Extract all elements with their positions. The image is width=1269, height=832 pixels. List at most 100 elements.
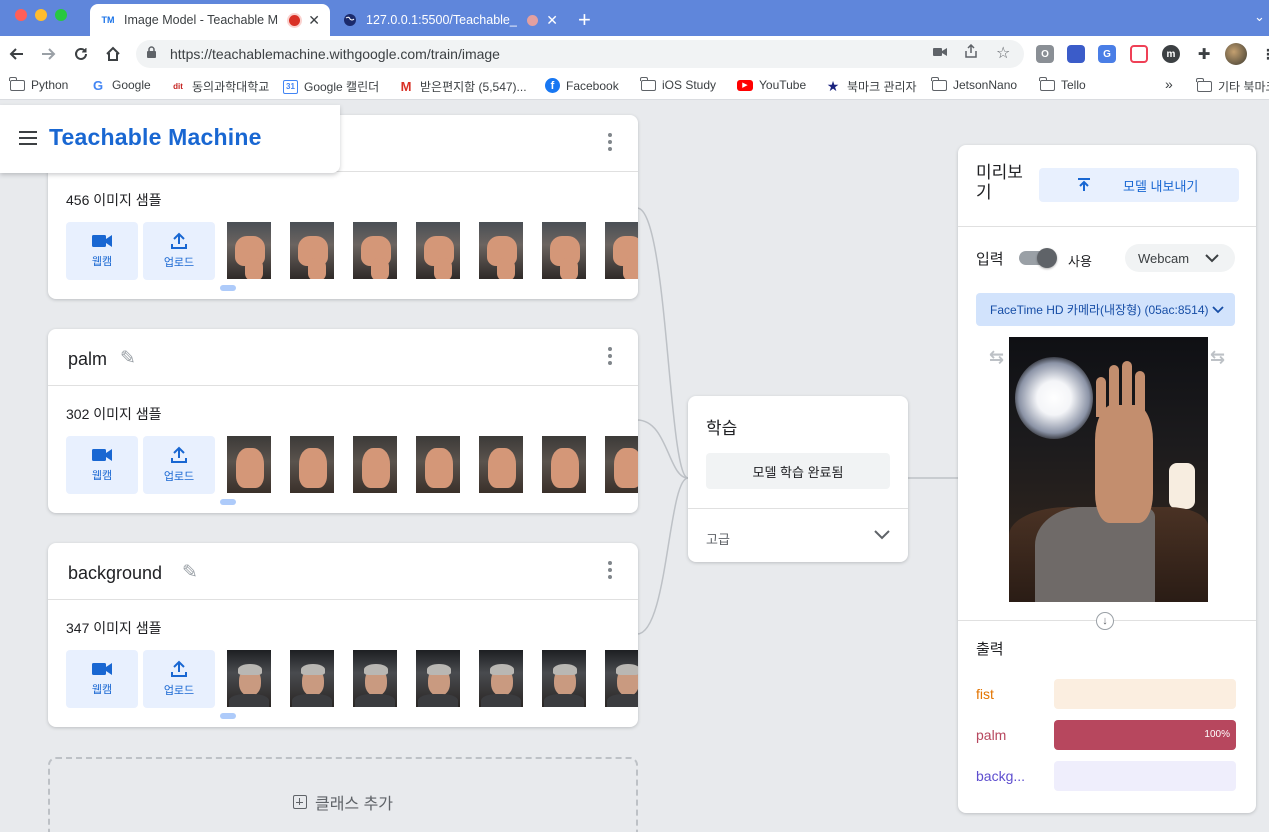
close-tab-icon[interactable]: ✕ xyxy=(546,12,558,29)
tab-search-chevron-icon[interactable]: ⌄ xyxy=(1254,9,1265,25)
sample-thumbnail[interactable] xyxy=(290,436,334,493)
arrow-down-circle-icon: ↓ xyxy=(1096,612,1114,630)
sample-thumbnail[interactable] xyxy=(353,222,397,279)
sample-thumbnail[interactable] xyxy=(605,650,638,707)
pocket-extension-icon[interactable] xyxy=(1130,45,1148,63)
train-model-button[interactable]: 모델 학습 완료됨 xyxy=(706,453,890,489)
browser-menu-icon[interactable]: ⋮ xyxy=(1259,45,1269,63)
input-toggle-switch[interactable] xyxy=(1019,248,1057,268)
address-bar[interactable]: https://teachablemachine.withgoogle.com/… xyxy=(136,40,1024,68)
webcam-label: 웹캠 xyxy=(91,684,113,696)
sample-thumbnail[interactable] xyxy=(605,436,638,493)
export-model-button[interactable]: 모델 내보내기 xyxy=(1039,168,1239,202)
confidence-bar xyxy=(1054,679,1236,709)
camera-dropdown[interactable]: FaceTime HD 카메라(내장형) (05ac:8514) xyxy=(976,293,1235,326)
upload-button[interactable]: 업로드 xyxy=(143,436,215,494)
thumbnail-scroll-indicator[interactable] xyxy=(220,713,236,719)
sample-thumbnail[interactable] xyxy=(416,650,460,707)
bookmark-label: Google 캘린더 xyxy=(304,80,380,94)
close-tab-icon[interactable]: ✕ xyxy=(308,12,320,29)
home-icon[interactable] xyxy=(101,42,125,66)
bookmark-star-icon[interactable]: ☆ xyxy=(996,43,1010,63)
teachable-machine-favicon-icon: TM xyxy=(101,15,115,25)
class-options-icon[interactable] xyxy=(608,347,612,365)
add-class-button[interactable]: 클래스 추가 xyxy=(48,757,638,832)
bookmark-dit[interactable]: dit 동의과학대학교 xyxy=(170,78,269,95)
minimize-window-button[interactable] xyxy=(35,9,47,21)
sample-count: 456 이미지 샘플 xyxy=(66,192,162,208)
camera-in-use-icon[interactable] xyxy=(933,44,947,60)
translate-extension-icon[interactable]: G xyxy=(1098,45,1116,63)
m-extension-icon[interactable]: m xyxy=(1162,45,1180,63)
upload-button[interactable]: 업로드 xyxy=(143,650,215,708)
sample-thumbnail[interactable] xyxy=(479,222,523,279)
output-row-palm: palm 100% xyxy=(976,720,1236,750)
tab-localhost[interactable]: 127.0.0.1:5500/Teachable_ ✕ xyxy=(332,4,568,36)
bookmark-gmail[interactable]: M 받은편지함 (5,547)... xyxy=(398,78,527,95)
edit-pencil-icon[interactable]: ✎ xyxy=(182,561,198,584)
advanced-toggle[interactable]: 고급 xyxy=(688,508,908,562)
extensions-puzzle-icon[interactable]: ✚ xyxy=(1195,45,1213,63)
bookmark-jetsonnano[interactable]: JetsonNano xyxy=(931,76,1017,92)
sample-thumbnail[interactable] xyxy=(479,436,523,493)
class-name[interactable]: palm xyxy=(68,349,107,370)
back-arrow-icon[interactable] xyxy=(5,42,29,66)
webcam-button[interactable]: 웹캠 xyxy=(66,436,138,494)
sample-thumbnail[interactable] xyxy=(605,222,638,279)
edit-pencil-icon[interactable]: ✎ xyxy=(120,347,136,370)
upload-button[interactable]: 업로드 xyxy=(143,222,215,280)
sample-thumbnail[interactable] xyxy=(353,650,397,707)
share-icon[interactable] xyxy=(965,43,977,61)
tab-teachable-machine[interactable]: TM Image Model - Teachable M ✕ xyxy=(90,4,330,36)
forward-arrow-icon[interactable] xyxy=(36,42,60,66)
webcam-button[interactable]: 웹캠 xyxy=(66,222,138,280)
brand-logo[interactable]: Teachable Machine xyxy=(49,124,262,151)
hamburger-menu-icon[interactable] xyxy=(19,131,37,149)
thumbnail-scroll-indicator[interactable] xyxy=(220,499,236,505)
bookmark-python[interactable]: Python xyxy=(9,76,68,92)
bookmark-other[interactable]: 기타 북마크 xyxy=(1196,78,1269,95)
close-window-button[interactable] xyxy=(15,9,27,21)
reload-icon[interactable] xyxy=(69,42,93,66)
more-bookmarks-chevron[interactable]: » xyxy=(1165,76,1173,92)
bookmark-ios-study[interactable]: iOS Study xyxy=(640,76,716,92)
input-source-dropdown[interactable]: Webcam xyxy=(1125,244,1235,272)
sample-thumbnail[interactable] xyxy=(542,650,586,707)
maximize-window-button[interactable] xyxy=(55,9,67,21)
dit-icon: dit xyxy=(173,82,183,91)
sample-thumbnail[interactable] xyxy=(353,436,397,493)
bookmark-facebook[interactable]: f Facebook xyxy=(545,78,619,93)
bookmark-google[interactable]: G Google xyxy=(90,78,151,93)
sample-thumbnail[interactable] xyxy=(227,222,271,279)
bookmark-tello[interactable]: Tello xyxy=(1039,76,1086,92)
lock-icon[interactable] xyxy=(146,46,160,62)
webcam-button[interactable]: 웹캠 xyxy=(66,650,138,708)
sample-thumbnail[interactable] xyxy=(290,222,334,279)
confidence-bar: 100% xyxy=(1054,720,1236,750)
output-class-label: backg... xyxy=(976,768,1026,784)
sample-thumbnail[interactable] xyxy=(227,650,271,707)
sample-thumbnail[interactable] xyxy=(290,650,334,707)
class-options-icon[interactable] xyxy=(608,561,612,579)
add-class-label: 클래스 추가 xyxy=(314,796,394,813)
sample-thumbnail[interactable] xyxy=(542,436,586,493)
sample-thumbnail[interactable] xyxy=(479,650,523,707)
sample-thumbnail[interactable] xyxy=(227,436,271,493)
bookmark-calendar[interactable]: 31 Google 캘린더 xyxy=(283,78,379,95)
new-tab-icon[interactable]: + xyxy=(578,7,591,33)
sample-thumbnail[interactable] xyxy=(416,436,460,493)
flip-camera-icon[interactable]: ⇆ xyxy=(989,347,1004,368)
bookmark-label: Tello xyxy=(1061,78,1086,92)
class-options-icon[interactable] xyxy=(608,133,612,151)
sample-thumbnail[interactable] xyxy=(542,222,586,279)
bookmark-youtube[interactable]: ▶ YouTube xyxy=(737,78,806,92)
flip-camera-icon[interactable]: ⇆ xyxy=(1210,347,1225,368)
bookmark-manager[interactable]: ★ 북마크 관리자 xyxy=(825,78,917,95)
office-extension-icon[interactable]: O xyxy=(1036,45,1054,63)
thumbnail-scroll-indicator[interactable] xyxy=(220,285,236,291)
calendar-extension-icon[interactable] xyxy=(1067,45,1085,63)
class-name[interactable]: background xyxy=(68,563,162,584)
profile-avatar[interactable] xyxy=(1225,43,1247,65)
output-class-label: fist xyxy=(976,686,994,702)
sample-thumbnail[interactable] xyxy=(416,222,460,279)
